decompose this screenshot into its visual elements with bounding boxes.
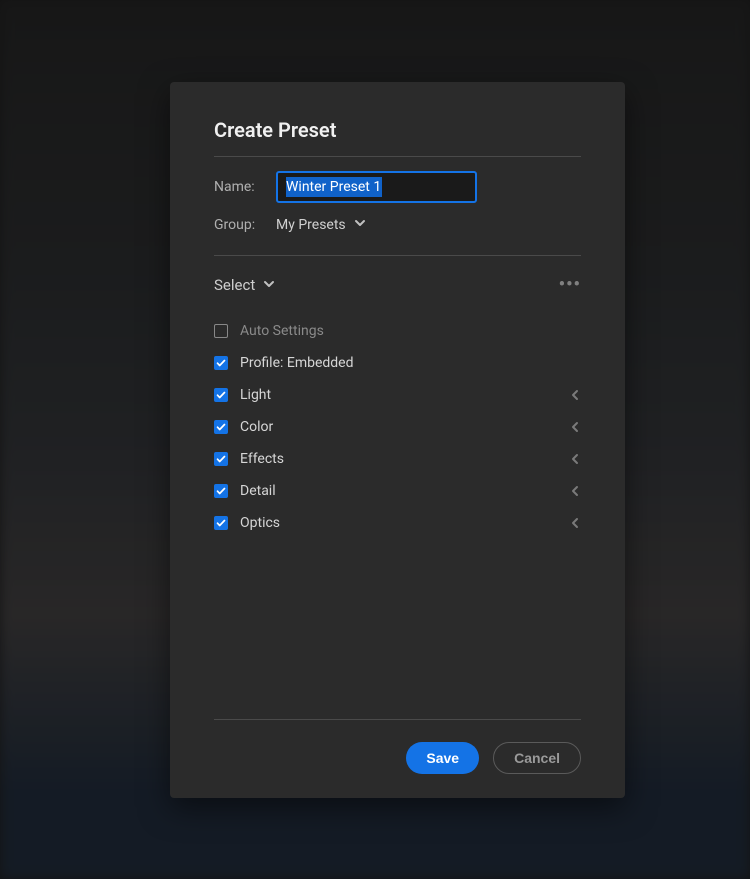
divider	[214, 156, 581, 157]
divider	[214, 255, 581, 256]
dialog-title: Create Preset	[214, 118, 581, 142]
checkbox-optics[interactable]	[214, 516, 228, 530]
option-effects: Effects	[214, 443, 581, 475]
name-input[interactable]	[276, 171, 477, 203]
group-label: Group:	[214, 217, 276, 233]
more-options-button[interactable]: •••	[559, 274, 581, 295]
group-row: Group: My Presets	[214, 217, 581, 233]
select-row: Select •••	[214, 274, 581, 295]
option-color: Color	[214, 411, 581, 443]
name-input-wrap: Winter Preset 1	[276, 171, 581, 203]
chevron-left-icon[interactable]	[569, 418, 581, 437]
create-preset-dialog: Create Preset Name: Winter Preset 1 Grou…	[170, 82, 625, 798]
chevron-down-icon	[354, 217, 366, 233]
name-label: Name:	[214, 179, 276, 195]
option-label: Effects	[240, 451, 557, 467]
divider	[214, 719, 581, 720]
group-dropdown[interactable]: My Presets	[276, 217, 366, 233]
select-dropdown[interactable]: Select	[214, 276, 275, 294]
chevron-left-icon[interactable]	[569, 482, 581, 501]
option-detail: Detail	[214, 475, 581, 507]
checkbox-color[interactable]	[214, 420, 228, 434]
option-profile: Profile: Embedded	[214, 347, 581, 379]
checkbox-profile[interactable]	[214, 356, 228, 370]
group-value: My Presets	[276, 217, 346, 233]
checkbox-auto[interactable]	[214, 324, 228, 338]
checkbox-detail[interactable]	[214, 484, 228, 498]
option-label: Auto Settings	[240, 323, 581, 339]
chevron-left-icon[interactable]	[569, 514, 581, 533]
dialog-footer: Save Cancel	[214, 742, 581, 774]
select-label: Select	[214, 276, 255, 294]
checkbox-light[interactable]	[214, 388, 228, 402]
option-auto: Auto Settings	[214, 315, 581, 347]
chevron-down-icon	[263, 276, 275, 294]
option-label: Detail	[240, 483, 557, 499]
option-label: Optics	[240, 515, 557, 531]
option-label: Color	[240, 419, 557, 435]
option-label: Profile: Embedded	[240, 355, 581, 371]
option-label: Light	[240, 387, 557, 403]
name-row: Name: Winter Preset 1	[214, 171, 581, 203]
option-light: Light	[214, 379, 581, 411]
chevron-left-icon[interactable]	[569, 386, 581, 405]
options-list: Auto Settings Profile: Embedded Light Color…	[214, 315, 581, 719]
cancel-button[interactable]: Cancel	[493, 742, 581, 774]
save-button[interactable]: Save	[406, 742, 479, 774]
option-optics: Optics	[214, 507, 581, 539]
chevron-left-icon[interactable]	[569, 450, 581, 469]
checkbox-effects[interactable]	[214, 452, 228, 466]
